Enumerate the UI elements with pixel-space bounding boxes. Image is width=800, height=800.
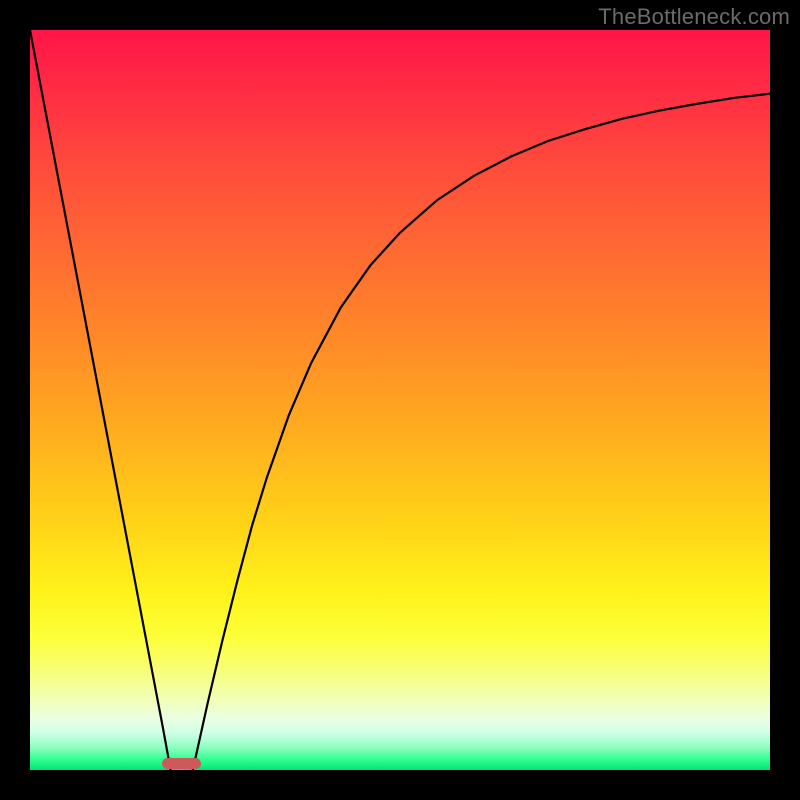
curve-left-branch: [30, 30, 171, 770]
curve-right-branch: [193, 94, 770, 770]
chart-frame: TheBottleneck.com: [0, 0, 800, 800]
bottleneck-curve: [30, 30, 770, 770]
watermark-text: TheBottleneck.com: [598, 4, 790, 30]
plot-area: [30, 30, 770, 770]
optimal-marker: [162, 758, 201, 769]
